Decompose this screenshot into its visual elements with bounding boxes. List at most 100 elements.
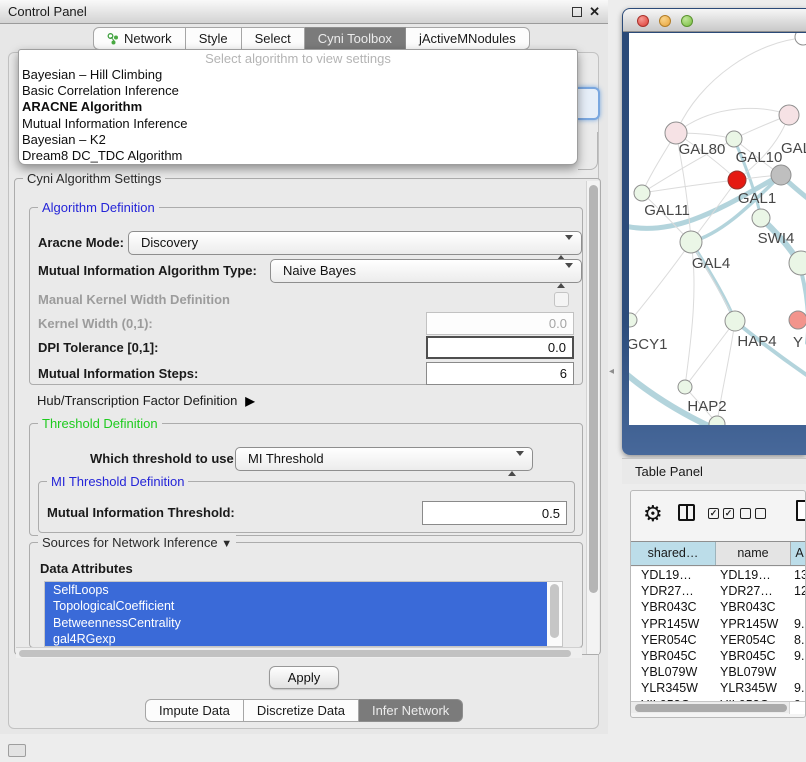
table-row[interactable]: YBR043CYBR043C <box>631 599 805 615</box>
tab-network[interactable]: Network <box>93 27 186 50</box>
tab-infer-network[interactable]: Infer Network <box>359 699 463 722</box>
deselect-all-checkbox-icon[interactable] <box>755 508 766 519</box>
table-row[interactable]: YBL079WYBL079W <box>631 664 805 680</box>
table-cell: YPR145W <box>631 616 716 632</box>
node-gal80-label: GAL80 <box>679 141 726 158</box>
minimize-traffic-light[interactable] <box>659 15 671 27</box>
zoom-traffic-light[interactable] <box>681 15 693 27</box>
network-tab-icon <box>107 30 119 51</box>
document-icon[interactable] <box>796 500 806 521</box>
node-gal11[interactable] <box>634 185 650 201</box>
data-attribute-item[interactable]: BetweennessCentrality <box>45 615 547 631</box>
table-cell: YLR345W <box>716 680 791 696</box>
apply-button[interactable]: Apply <box>269 666 339 689</box>
column-header-name[interactable]: name <box>716 542 791 565</box>
tab-jactivemnodules[interactable]: jActiveMNodules <box>406 27 530 50</box>
chevron-right-icon[interactable]: ▶ <box>245 394 254 408</box>
column-layout-icon[interactable] <box>678 504 695 521</box>
node-gal-right[interactable] <box>779 105 799 125</box>
tab-style[interactable]: Style <box>186 27 242 50</box>
control-panel-titlebar: Control Panel ✕ <box>0 0 608 24</box>
scrollbar-thumb[interactable] <box>589 185 598 593</box>
node-partial-top[interactable] <box>795 33 806 45</box>
hub-tf-definition-section[interactable]: Hub/Transcription Factor Definition▶ <box>37 393 255 408</box>
float-window-icon[interactable] <box>572 7 582 17</box>
table-horizontal-scrollbar[interactable] <box>631 701 805 713</box>
select-all-checkbox-icon[interactable]: ✓ <box>708 508 719 519</box>
algorithm-popup-list: Bayesian – Hill ClimbingBasic Correlatio… <box>19 67 577 164</box>
data-attributes-list[interactable]: SelfLoopsTopologicalCoefficientBetweenne… <box>44 581 563 647</box>
table-row[interactable]: YDL19…YDL19…13 <box>631 567 805 583</box>
algorithm-option[interactable]: ARACNE Algorithm <box>19 99 577 115</box>
mi-threshold-input[interactable] <box>422 501 567 525</box>
algorithm-selector-fragment[interactable] <box>577 87 600 120</box>
node-gcy1[interactable] <box>629 313 637 327</box>
tab-select-label: Select <box>255 31 291 46</box>
network-canvas[interactable]: GALGAL80GAL10GAL1GAL11SWI4GAL4GCY1HAP4YH… <box>629 33 806 425</box>
list-scrollbar[interactable] <box>547 582 562 646</box>
chevron-down-icon[interactable]: ▼ <box>221 538 232 550</box>
tab-discretize-data[interactable]: Discretize Data <box>244 699 359 722</box>
node-salmon[interactable] <box>789 311 806 329</box>
data-attribute-item[interactable]: SelfLoops <box>45 582 547 598</box>
kernel-width-input[interactable] <box>426 312 574 335</box>
cyni-algorithm-settings-group: Cyni Algorithm Settings Algorithm Defini… <box>14 178 601 655</box>
select-all-checkbox-icon[interactable]: ✓ <box>723 508 734 519</box>
table-cell: YDR27… <box>631 583 716 599</box>
data-attribute-item[interactable]: gal4RGexp <box>45 631 547 647</box>
column-header-partial[interactable]: A <box>791 542 805 565</box>
table-cell: YDL19… <box>631 567 716 583</box>
node-hap4[interactable] <box>725 311 745 331</box>
column-header-shared-name[interactable]: shared… <box>631 542 716 565</box>
node-gal4[interactable] <box>680 231 702 253</box>
node-hap2[interactable] <box>678 380 692 394</box>
node-swi4[interactable] <box>752 209 770 227</box>
mi-steps-input[interactable] <box>426 362 574 385</box>
algorithm-option[interactable]: Mutual Information Inference <box>19 116 577 132</box>
algorithm-option[interactable]: Bayesian – K2 <box>19 132 577 148</box>
node-gal1[interactable] <box>728 171 746 189</box>
scrollbar-thumb[interactable] <box>19 650 571 657</box>
node-gray[interactable] <box>771 165 791 185</box>
table-row[interactable]: YDR27…YDR27…12 <box>631 583 805 599</box>
algorithm-option[interactable]: Basic Correlation Inference <box>19 83 577 99</box>
control-panel-window: Control Panel ✕ Network Style Select Cyn… <box>0 0 608 734</box>
mi-type-value: Naive Bayes <box>283 263 356 278</box>
control-panel-title: Control Panel <box>8 0 87 24</box>
scrollbar-thumb[interactable] <box>550 584 559 638</box>
scrollbar-thumb[interactable] <box>635 704 787 712</box>
table-row[interactable]: YPR145WYPR145W9. <box>631 616 805 632</box>
which-threshold-label: Which threshold to use: <box>90 447 238 471</box>
table-toolbar: ⚙ ✓ ✓ <box>631 491 805 541</box>
deselect-all-checkbox-icon[interactable] <box>740 508 751 519</box>
gear-icon[interactable]: ⚙ <box>643 500 663 528</box>
table-cell <box>791 599 805 615</box>
manual-kernel-checkbox[interactable] <box>554 292 569 307</box>
settings-vertical-scrollbar[interactable] <box>586 181 599 654</box>
collapsed-panel-icon[interactable] <box>8 744 26 757</box>
tab-cyni-toolbox[interactable]: Cyni Toolbox <box>305 27 406 50</box>
mi-algorithm-type-select[interactable]: Naive Bayes <box>270 259 582 283</box>
close-traffic-light[interactable] <box>637 15 649 27</box>
node-hap2-label: HAP2 <box>687 398 726 415</box>
data-attribute-item[interactable]: TopologicalCoefficient <box>45 598 547 614</box>
splitter-collapse-arrow[interactable]: ◂ <box>609 366 614 377</box>
algorithm-option[interactable]: Bayesian – Hill Climbing <box>19 67 577 83</box>
algorithm-dropdown-popup: Select algorithm to view settings Bayesi… <box>18 49 578 165</box>
settings-horizontal-scrollbar[interactable] <box>16 647 582 658</box>
table-cell: 9. <box>791 616 805 632</box>
tab-select[interactable]: Select <box>242 27 305 50</box>
table-rows: YDL19…YDL19…13YDR27…YDR27…12YBR043CYBR04… <box>631 567 805 701</box>
stepper-arrows-icon <box>508 453 524 475</box>
aracne-mode-select[interactable]: Discovery <box>128 231 582 255</box>
tab-impute-data[interactable]: Impute Data <box>145 699 244 722</box>
table-row[interactable]: YBR045CYBR045C9. <box>631 648 805 664</box>
node-gal10[interactable] <box>726 131 742 147</box>
which-threshold-select[interactable]: MI Threshold <box>235 447 533 471</box>
table-row[interactable]: YLR345WYLR345W9. <box>631 680 805 696</box>
dpi-tolerance-input[interactable] <box>426 336 574 359</box>
algorithm-option[interactable]: Dream8 DC_TDC Algorithm <box>19 148 577 164</box>
close-icon[interactable]: ✕ <box>589 0 600 24</box>
network-window-titlebar[interactable] <box>623 9 806 32</box>
table-row[interactable]: YER054CYER054C8. <box>631 632 805 648</box>
